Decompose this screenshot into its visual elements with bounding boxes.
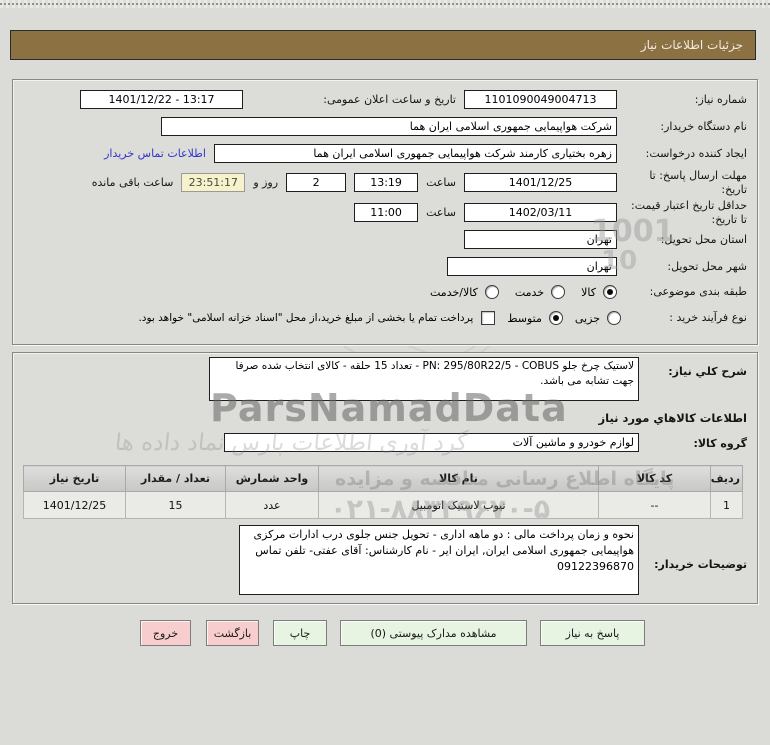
radio-goods-service[interactable]: کالا/خدمت bbox=[430, 285, 499, 299]
remaining-days-label: روز و bbox=[253, 175, 279, 189]
price-validity-time-input[interactable]: 11:00 bbox=[354, 203, 419, 223]
treasury-docs-checkbox[interactable] bbox=[481, 311, 496, 325]
cell-item-name: تیوب لاستیک اتومبیل bbox=[318, 491, 599, 519]
response-deadline-row: مهلت ارسال پاسخ: تا تاریخ: 1401/12/25 سا… bbox=[21, 169, 747, 197]
cell-quantity: 15 bbox=[125, 491, 226, 519]
request-creator-row: ایجاد کننده درخواست: زهره بختیاری کارمند… bbox=[21, 144, 747, 163]
radio-medium-icon[interactable] bbox=[548, 311, 563, 325]
need-number-label: شماره نیاز: bbox=[694, 92, 747, 106]
goods-group-input[interactable]: لوازم خودرو و ماشین آلات bbox=[224, 433, 639, 452]
countdown-label: ساعت باقی مانده bbox=[91, 175, 174, 189]
request-creator-input[interactable]: زهره بختیاری کارمند شرکت هواپیمایی جمهور… bbox=[214, 144, 617, 163]
page-title-bar: جزئیات اطلاعات نیاز bbox=[10, 30, 756, 60]
cell-item-code: -- bbox=[598, 491, 711, 519]
radio-partial-label: جزیی bbox=[574, 311, 600, 325]
need-details-page: جزئیات اطلاعات نیاز شماره نیاز: 11010900… bbox=[0, 0, 770, 745]
items-section-header: اطلاعات کالاهاي مورد نیاز bbox=[598, 411, 747, 425]
response-deadline-time-input[interactable]: 13:19 bbox=[354, 173, 419, 193]
page-title: جزئیات اطلاعات نیاز bbox=[640, 38, 743, 52]
buyer-org-row: نام دستگاه خریدار: شرکت هواپیمایی جمهوری… bbox=[21, 117, 747, 136]
items-table-header-row: ردیف کد کالا نام کالا واحد شمارش تعداد /… bbox=[23, 465, 743, 492]
radio-service-icon[interactable] bbox=[551, 285, 566, 299]
countdown-timer: 23:51:17 bbox=[181, 173, 246, 193]
need-info-panel: شماره نیاز: 1101090049004713 تاریخ و ساع… bbox=[12, 79, 758, 345]
cell-row-number: 1 bbox=[710, 491, 743, 519]
price-validity-label: حداقل تاریخ اعتبار قیمت: تا تاریخ: bbox=[631, 199, 747, 226]
province-input[interactable]: تهران bbox=[464, 230, 617, 249]
province-label: استان محل تحویل: bbox=[660, 232, 747, 246]
buyer-org-input[interactable]: شرکت هواپیمایی جمهوری اسلامی ایران هما bbox=[161, 117, 617, 136]
col-header-unit: واحد شمارش bbox=[225, 465, 319, 492]
city-input[interactable]: تهران bbox=[447, 257, 617, 276]
col-header-quantity: تعداد / مقدار bbox=[125, 465, 226, 492]
radio-medium-label: متوسط bbox=[507, 311, 542, 325]
col-header-item-name: نام کالا bbox=[318, 465, 599, 492]
top-texture-strip bbox=[0, 0, 770, 8]
items-panel: شرح کلي نیاز: لاستیک چرخ جلو PN: 295/80R… bbox=[12, 352, 758, 604]
treasury-docs-label: پرداخت تمام یا بخشی از مبلغ خرید،از محل … bbox=[138, 312, 474, 324]
subject-class-row: طبقه بندی موضوعی: کالا خدمت کالا/خدمت bbox=[21, 285, 747, 299]
purchase-process-label: نوع فرآیند خرید : bbox=[669, 311, 747, 325]
radio-goods-service-icon[interactable] bbox=[484, 285, 499, 299]
items-table-row: 1 -- تیوب لاستیک اتومبیل عدد 15 1401/12/… bbox=[23, 491, 743, 519]
price-validity-hour-label: ساعت bbox=[426, 205, 456, 219]
items-table: ردیف کد کالا نام کالا واحد شمارش تعداد /… bbox=[23, 465, 743, 519]
need-desc-label: شرح کلي نیاز: bbox=[668, 365, 747, 378]
radio-goods-service-label: کالا/خدمت bbox=[430, 285, 478, 299]
treasury-docs-option[interactable]: پرداخت تمام یا بخشی از مبلغ خرید،از محل … bbox=[138, 311, 496, 325]
goods-group-label: گروه کالا: bbox=[693, 437, 747, 450]
col-header-row-number: ردیف bbox=[710, 465, 743, 492]
buyer-contact-link[interactable]: اطلاعات تماس خریدار bbox=[104, 147, 206, 160]
city-row: شهر محل تحویل: تهران bbox=[21, 257, 747, 276]
remaining-days-input[interactable]: 2 bbox=[286, 173, 347, 193]
radio-service-label: خدمت bbox=[514, 285, 545, 299]
response-deadline-label: مهلت ارسال پاسخ: تا تاریخ: bbox=[649, 169, 747, 196]
province-row: استان محل تحویل: تهران bbox=[21, 230, 747, 249]
radio-medium[interactable]: متوسط bbox=[507, 311, 563, 325]
response-deadline-date-input[interactable]: 1401/12/25 bbox=[464, 173, 617, 193]
need-number-row: شماره نیاز: 1101090049004713 تاریخ و ساع… bbox=[21, 90, 747, 109]
subject-class-label: طبقه بندی موضوعی: bbox=[649, 285, 747, 299]
buyer-notes-textarea[interactable]: نحوه و زمان پرداخت مالی : دو ماهه اداری … bbox=[239, 525, 639, 595]
response-deadline-hour-label: ساعت bbox=[426, 175, 456, 189]
print-button[interactable]: چاپ bbox=[273, 620, 327, 646]
need-desc-textarea[interactable]: لاستیک چرخ جلو PN: 295/80R22/5 - COBUS -… bbox=[209, 357, 639, 401]
purchase-process-row: نوع فرآیند خرید : جزیی متوسط پرداخت تمام… bbox=[21, 311, 747, 325]
cell-need-date: 1401/12/25 bbox=[23, 491, 126, 519]
col-header-item-code: کد کالا bbox=[598, 465, 711, 492]
exit-button[interactable]: خروج bbox=[140, 620, 191, 646]
radio-service[interactable]: خدمت bbox=[514, 285, 566, 299]
respond-button[interactable]: پاسخ به نیاز bbox=[540, 620, 645, 646]
radio-partial-icon[interactable] bbox=[607, 311, 621, 325]
attachments-button[interactable]: مشاهده مدارک پیوستی (0) bbox=[340, 620, 527, 646]
back-button[interactable]: بازگشت bbox=[206, 620, 259, 646]
buyer-notes-label: توضیحات خریدار: bbox=[654, 558, 747, 571]
radio-goods-label: کالا bbox=[581, 285, 596, 299]
radio-partial[interactable]: جزیی bbox=[575, 311, 621, 325]
announce-datetime-label: تاریخ و ساعت اعلان عمومی: bbox=[323, 92, 456, 106]
price-validity-date-input[interactable]: 1402/03/11 bbox=[464, 203, 617, 223]
request-creator-label: ایجاد کننده درخواست: bbox=[645, 146, 747, 160]
radio-goods-icon[interactable] bbox=[603, 285, 617, 299]
city-label: شهر محل تحویل: bbox=[667, 259, 747, 273]
announce-datetime-input[interactable]: 13:17 - 1401/12/22 bbox=[80, 90, 243, 109]
need-number-input[interactable]: 1101090049004713 bbox=[464, 90, 617, 109]
radio-goods[interactable]: کالا bbox=[581, 285, 617, 299]
col-header-need-date: تاریخ نیاز bbox=[23, 465, 126, 492]
buyer-org-label: نام دستگاه خریدار: bbox=[660, 119, 747, 133]
price-validity-row: حداقل تاریخ اعتبار قیمت: تا تاریخ: 1402/… bbox=[21, 199, 747, 227]
cell-unit: عدد bbox=[225, 491, 319, 519]
